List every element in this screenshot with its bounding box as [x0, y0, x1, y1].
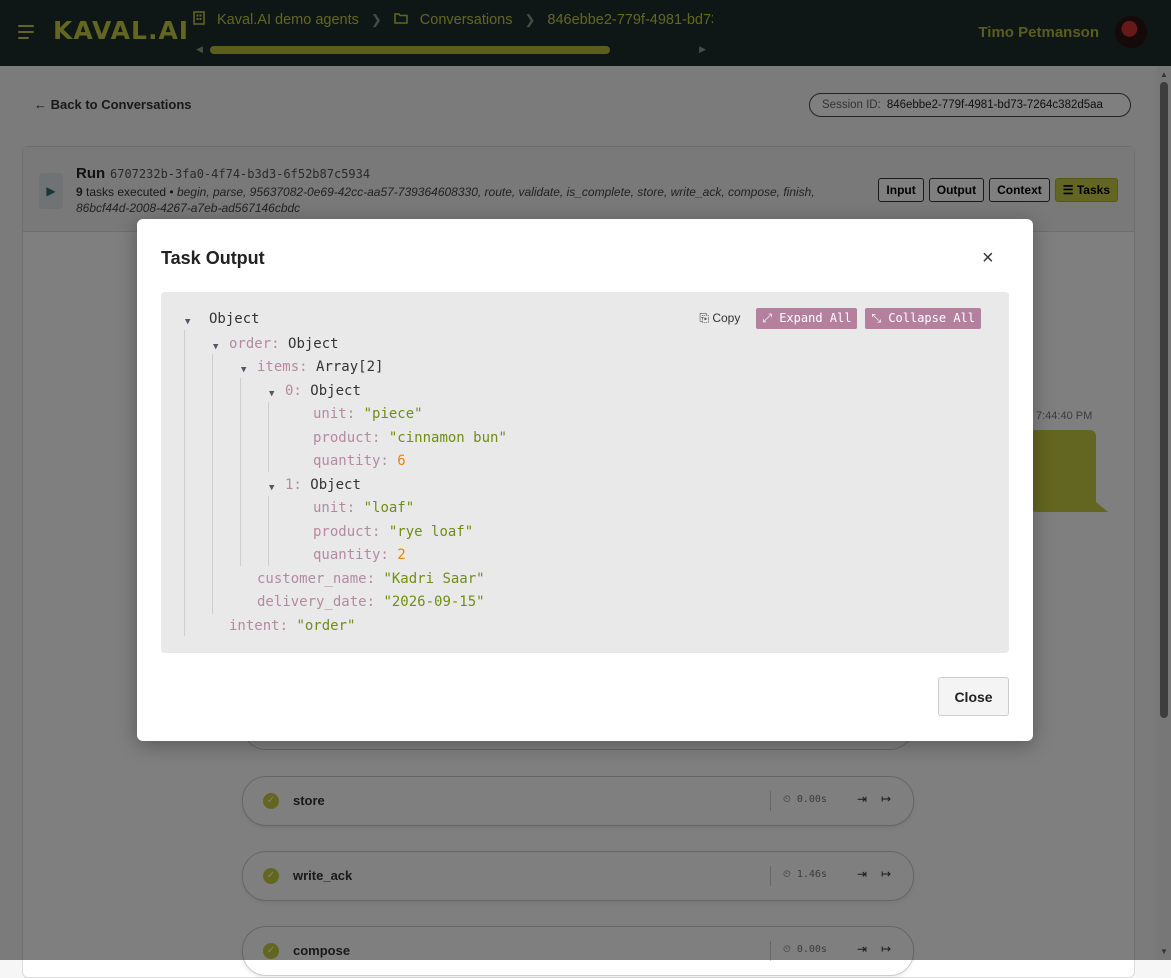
collapse-toggle-icon[interactable]: ▼ [269, 389, 274, 399]
expand-icon: ⤢ [762, 311, 772, 325]
json-viewer: ⎘ Copy ⤢ Expand All ⤡ Collapse All ▼ Obj… [161, 292, 1009, 653]
collapse-all-label: Collapse All [888, 311, 975, 325]
json-item-0-product: product: "cinnamon bun" [313, 430, 507, 446]
indent-guide [268, 402, 269, 472]
indent-guide [184, 330, 185, 636]
close-button[interactable]: Close [938, 677, 1009, 716]
json-customer-name: customer_name: "Kadri Saar" [257, 571, 485, 587]
json-item-0-quantity: quantity: 6 [313, 453, 406, 469]
json-delivery-date: delivery_date: "2026-09-15" [257, 594, 485, 610]
collapse-toggle-icon[interactable]: ▼ [269, 483, 274, 493]
collapse-toggle-icon[interactable]: ▼ [241, 365, 246, 375]
json-item-1-product: product: "rye loaf" [313, 524, 474, 540]
indent-guide [240, 378, 241, 566]
collapse-icon: ⤡ [871, 311, 882, 325]
indent-guide [212, 354, 213, 614]
indent-guide [268, 496, 269, 566]
close-icon[interactable]: × [982, 247, 994, 269]
collapse-all-button[interactable]: ⤡ Collapse All [865, 308, 981, 329]
clipboard-icon: ⎘ [699, 311, 709, 325]
task-output-modal: Task Output × ⎘ Copy ⤢ Expand All ⤡ Coll… [137, 219, 1033, 741]
json-order: order: Object [229, 336, 339, 352]
collapse-toggle-icon[interactable]: ▼ [185, 317, 190, 327]
json-item-1-unit: unit: "loaf" [313, 500, 415, 516]
json-item-1: 1: Object [285, 477, 361, 493]
modal-title: Task Output [161, 248, 265, 268]
json-item-0-unit: unit: "piece" [313, 406, 423, 422]
json-item-0: 0: Object [285, 383, 361, 399]
copy-button[interactable]: ⎘ Copy [699, 311, 748, 326]
expand-all-button[interactable]: ⤢ Expand All [756, 308, 858, 329]
json-intent: intent: "order" [229, 618, 356, 634]
expand-all-label: Expand All [779, 311, 852, 325]
json-item-1-quantity: quantity: 2 [313, 547, 406, 563]
collapse-toggle-icon[interactable]: ▼ [213, 342, 218, 352]
json-root: Object [209, 311, 260, 327]
copy-label: Copy [712, 311, 741, 325]
json-actions: ⎘ Copy ⤢ Expand All ⤡ Collapse All [699, 308, 981, 329]
json-items: items: Array[2] [257, 359, 384, 375]
